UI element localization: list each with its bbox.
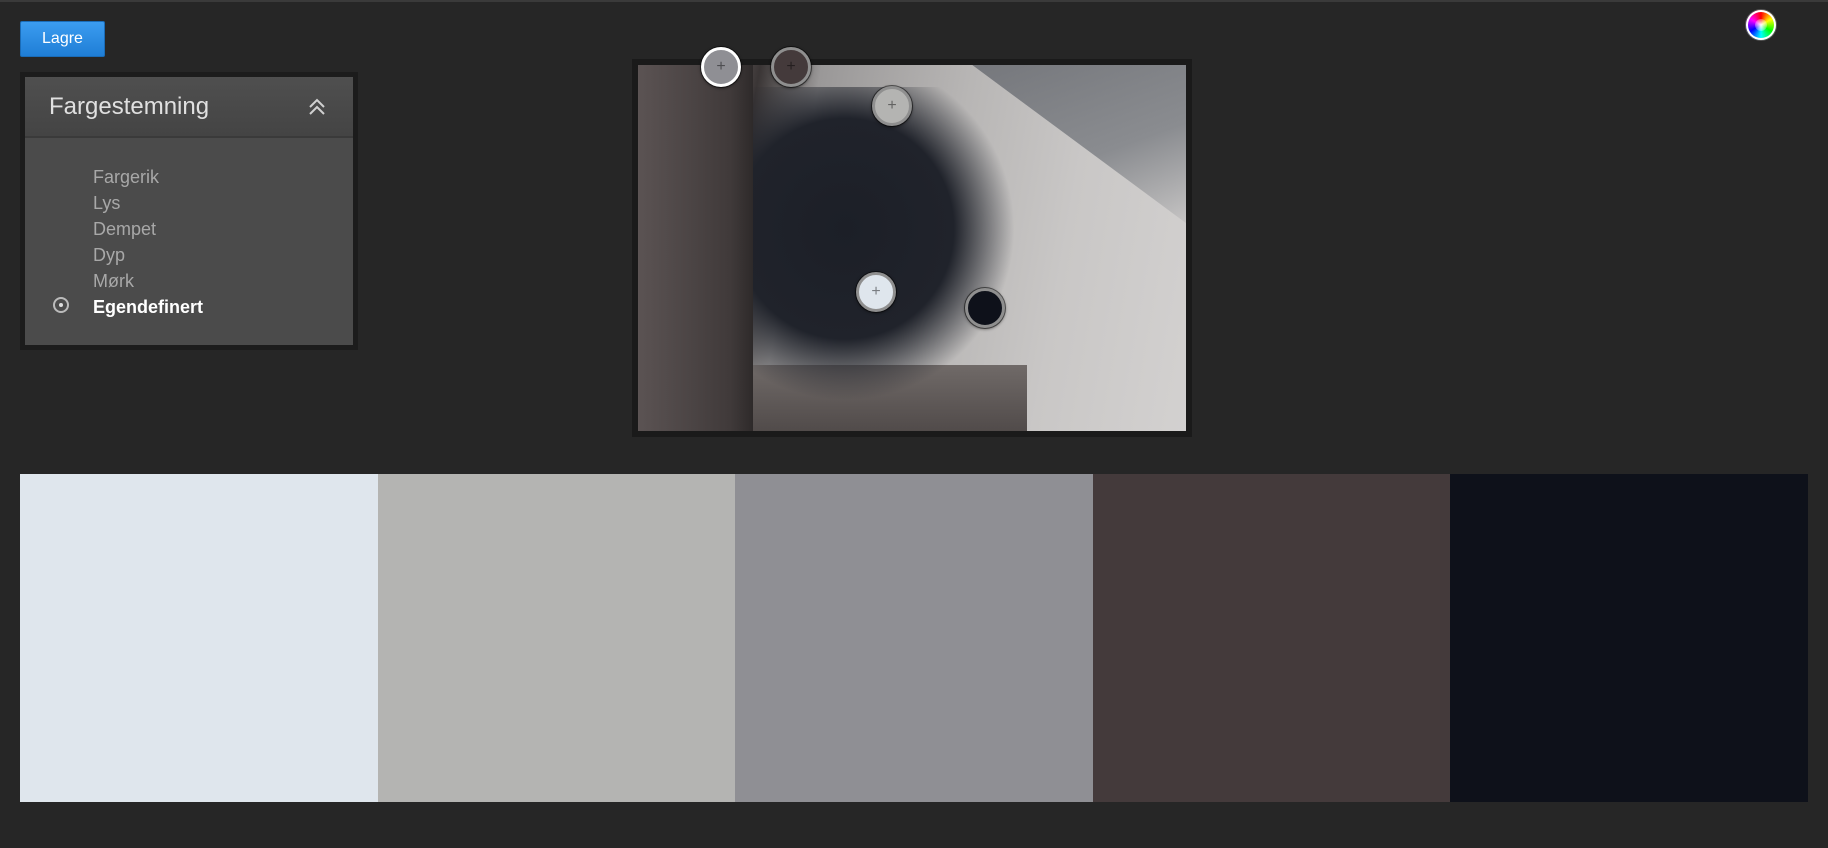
color-swatch[interactable] <box>1450 474 1808 802</box>
photo-person-area <box>753 86 1017 402</box>
source-photo <box>638 65 1186 431</box>
radio-selected-icon <box>53 297 69 313</box>
top-border <box>0 0 1828 2</box>
color-swatch-strip <box>20 474 1808 802</box>
double-chevron-up-icon[interactable] <box>305 95 329 119</box>
mood-item-label: Lys <box>93 193 121 213</box>
mood-item-lys[interactable]: Lys <box>25 190 353 216</box>
color-swatch[interactable] <box>20 474 378 802</box>
mood-item-label: Fargerik <box>93 167 160 187</box>
mood-item-dyp[interactable]: Dyp <box>25 242 353 268</box>
mood-item-label: Egendefinert <box>93 297 204 317</box>
color-wheel-icon[interactable] <box>1746 10 1776 40</box>
color-picker-handle[interactable] <box>965 288 1005 328</box>
mood-item-mork[interactable]: Mørk <box>25 268 353 294</box>
photo-wall-area <box>638 65 754 431</box>
mood-item-label: Dempet <box>93 219 157 239</box>
color-mood-list: Fargerik Lys Dempet Dyp Mørk Egendefiner… <box>25 138 353 320</box>
color-mood-panel-body: Fargestemning Fargerik Lys Dempet Dyp Mø… <box>25 77 353 345</box>
color-picker-handle[interactable]: + <box>872 86 912 126</box>
source-photo-frame <box>632 59 1192 437</box>
color-mood-panel-header[interactable]: Fargestemning <box>25 77 353 138</box>
save-button[interactable]: Lagre <box>20 21 105 57</box>
mood-item-label: Dyp <box>93 245 126 265</box>
color-picker-handle[interactable]: + <box>856 272 896 312</box>
mood-item-fargerik[interactable]: Fargerik <box>25 164 353 190</box>
color-swatch[interactable] <box>1092 474 1451 802</box>
mood-item-dempet[interactable]: Dempet <box>25 216 353 242</box>
color-mood-panel: Fargestemning Fargerik Lys Dempet Dyp Mø… <box>20 72 358 350</box>
color-picker-handle[interactable]: + <box>701 47 741 87</box>
color-picker-handle[interactable]: + <box>771 47 811 87</box>
mood-item-label: Mørk <box>93 271 134 291</box>
color-swatch[interactable] <box>377 474 736 802</box>
color-swatch[interactable] <box>735 474 1093 802</box>
panel-title: Fargestemning <box>49 92 210 120</box>
mood-item-egendefinert[interactable]: Egendefinert <box>25 294 353 320</box>
